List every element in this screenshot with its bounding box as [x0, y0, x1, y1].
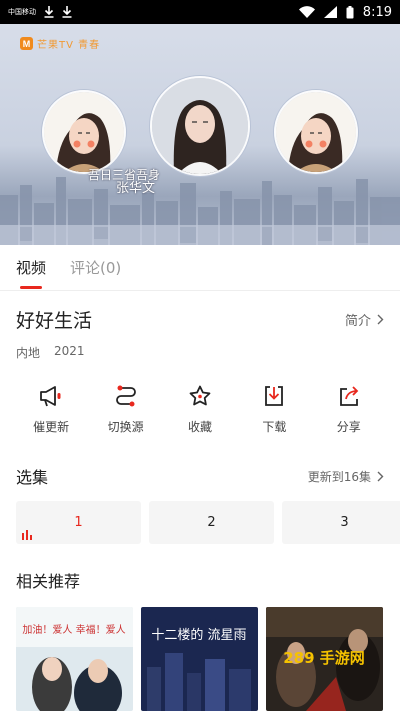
caption-line-2: 张华文 — [116, 181, 156, 196]
recommend-poster-1[interactable]: 加油！爱人 幸福！爱人 — [16, 607, 133, 711]
episodes-more-link[interactable]: 更新到16集 — [308, 468, 384, 485]
now-playing-icon — [22, 530, 32, 540]
video-player[interactable]: M 芒果TV 青春 吾日三省吾身 张华文 — [0, 24, 400, 245]
episode-number: 3 — [340, 515, 349, 530]
download-button[interactable]: 下载 — [242, 384, 306, 435]
avatar-right — [274, 90, 358, 174]
share-icon — [339, 386, 359, 406]
download-icon — [265, 386, 284, 406]
episodes-update-text: 更新到16集 — [307, 469, 371, 484]
wifi-icon — [298, 6, 315, 18]
share-button[interactable]: 分享 — [317, 384, 381, 435]
episode-button-1[interactable]: 1 — [16, 501, 141, 544]
intro-link[interactable]: 简介 — [345, 310, 384, 329]
avatar-center — [150, 76, 250, 176]
tab-video[interactable]: 视频 — [16, 245, 46, 291]
chevron-right-icon — [377, 471, 384, 481]
urge-update-label: 催更新 — [33, 420, 70, 434]
favorite-label: 收藏 — [187, 420, 212, 434]
show-title-row: 好好生活 简介 — [16, 306, 384, 333]
signal-icon — [323, 6, 337, 18]
urge-update-button[interactable]: 催更新 — [19, 384, 83, 435]
mango-logo-icon: M — [20, 37, 33, 50]
video-caption: 吾日三省吾身 张华文 — [88, 168, 160, 196]
chevron-right-icon — [377, 314, 384, 325]
recommend-list: 加油！爱人 幸福！爱人 十二楼的 流星雨 289 手游网 — [16, 607, 383, 711]
episode-button-3[interactable]: 3 — [282, 501, 400, 544]
recommend-poster-2[interactable]: 十二楼的 流星雨 — [141, 607, 258, 711]
download-notification-icon — [62, 6, 72, 18]
poster-3-watermark: 289 手游网 — [283, 649, 365, 667]
switch-source-button[interactable]: 切换源 — [94, 384, 158, 435]
show-year: 2021 — [54, 344, 85, 358]
show-meta: 内地 2021 — [16, 344, 85, 361]
episodes-header: 选集 更新到16集 — [16, 464, 384, 488]
download-label: 下载 — [262, 420, 287, 434]
poster-2-text: 十二楼的 流星雨 — [151, 627, 246, 643]
avatar-left — [42, 90, 126, 174]
tab-comments[interactable]: 评论(0) — [70, 245, 121, 291]
channel-logo-text: 芒果TV 青春 — [37, 40, 101, 51]
action-bar: 催更新 切换源 收藏 下载 分享 — [0, 384, 400, 435]
show-region: 内地 — [16, 346, 41, 360]
episode-number: 1 — [74, 515, 83, 530]
detail-tabs: 视频 评论(0) — [0, 245, 400, 291]
show-title: 好好生活 — [16, 310, 93, 332]
carrier-label: 中国移动 — [8, 8, 36, 16]
episode-list: 1 2 3 — [16, 501, 400, 544]
favorite-button[interactable]: 收藏 — [168, 384, 232, 435]
status-bar: 中国移动 8:19 — [0, 0, 400, 24]
download-notification-icon — [44, 6, 54, 18]
episodes-title: 选集 — [16, 468, 49, 487]
switch-source-label: 切换源 — [107, 420, 144, 434]
battery-icon — [346, 5, 354, 18]
recommend-title: 相关推荐 — [16, 572, 81, 591]
poster-1-text: 加油！爱人 幸福！爱人 — [22, 623, 125, 636]
channel-logo: M 芒果TV 青春 — [20, 36, 100, 51]
caption-line-1: 吾日三省吾身 — [88, 168, 161, 182]
share-label: 分享 — [336, 420, 361, 434]
episode-button-2[interactable]: 2 — [149, 501, 274, 544]
episode-number: 2 — [207, 515, 216, 530]
clock: 8:19 — [362, 4, 392, 20]
intro-label: 简介 — [344, 314, 371, 329]
star-icon — [189, 385, 211, 406]
recommend-poster-3[interactable]: 289 手游网 — [266, 607, 383, 711]
switch-source-icon — [115, 385, 136, 407]
megaphone-icon — [40, 386, 61, 407]
recommend-header: 相关推荐 — [16, 568, 384, 592]
